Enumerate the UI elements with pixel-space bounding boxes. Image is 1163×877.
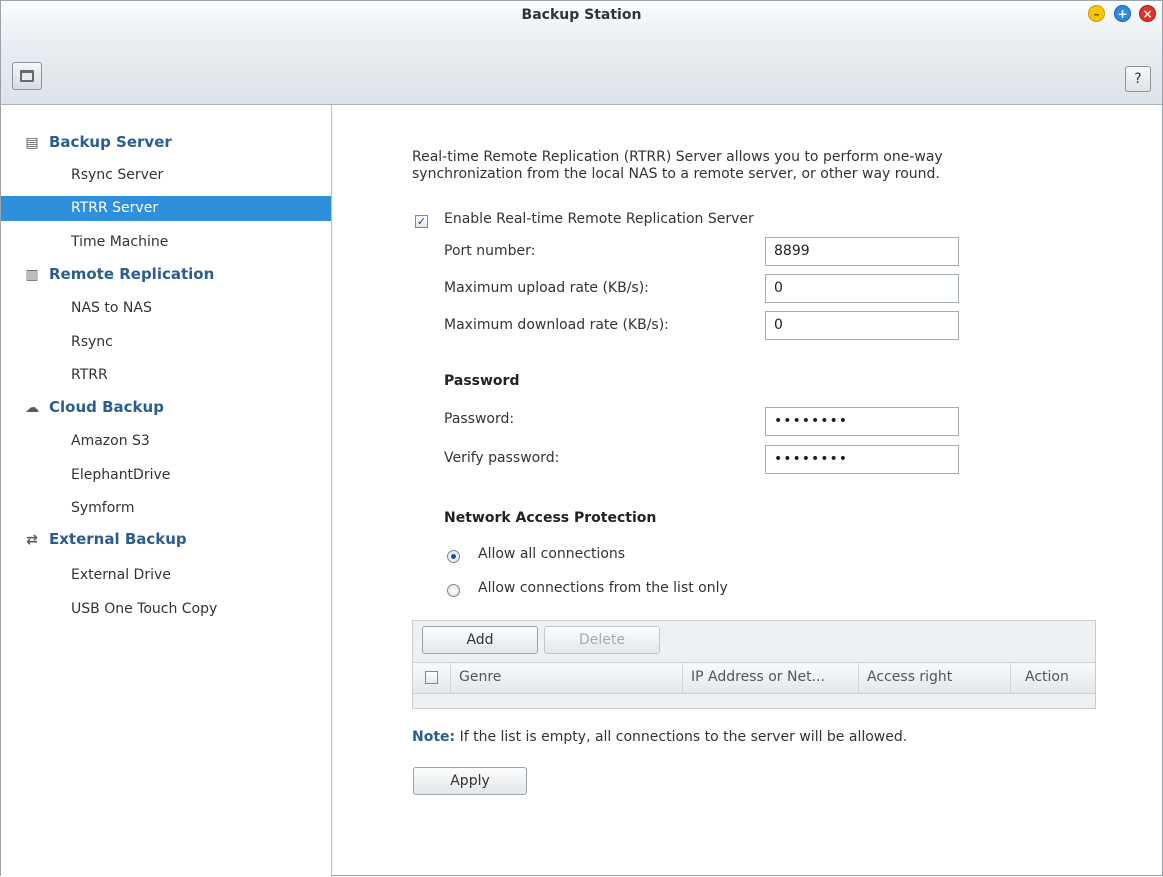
sidebar-item-rsync[interactable]: Rsync bbox=[1, 330, 331, 355]
select-all-checkbox[interactable] bbox=[425, 671, 438, 684]
sidebar-item-amazon-s3[interactable]: Amazon S3 bbox=[1, 429, 331, 454]
sidebar-item-symform[interactable]: Symform bbox=[1, 496, 331, 521]
panel-icon bbox=[20, 70, 34, 82]
port-number-input[interactable]: 8899 bbox=[765, 237, 959, 266]
sidebar-item-elephantdrive[interactable]: ElephantDrive bbox=[1, 463, 331, 488]
download-rate-label: Maximum download rate (KB/s): bbox=[444, 317, 669, 333]
sidebar-item-usb-one-touch-copy[interactable]: USB One Touch Copy bbox=[1, 597, 331, 622]
sidebar-item-rsync-server[interactable]: Rsync Server bbox=[1, 163, 331, 188]
note-text: Note: If the list is empty, all connecti… bbox=[412, 729, 907, 745]
sidebar-item-external-drive[interactable]: External Drive bbox=[1, 563, 331, 588]
enable-rtrr-label: Enable Real-time Remote Replication Serv… bbox=[444, 211, 754, 227]
access-list-grid: Add Delete Genre IP Address or Net... Ac… bbox=[412, 620, 1096, 709]
password-input[interactable]: •••••••• bbox=[765, 407, 959, 436]
note-body: If the list is empty, all connections to… bbox=[455, 729, 908, 745]
main-content: Real-time Remote Replication (RTRR) Serv… bbox=[333, 105, 1162, 877]
allow-list-label: Allow connections from the list only bbox=[478, 580, 728, 596]
enable-rtrr-checkbox[interactable]: ✓ bbox=[415, 215, 428, 228]
verify-password-label: Verify password: bbox=[444, 450, 560, 466]
replication-icon: ▥ bbox=[25, 267, 39, 283]
sidebar-group-backup-server[interactable]: ▤ Backup Server bbox=[23, 133, 171, 151]
add-button[interactable]: Add bbox=[422, 626, 538, 654]
action-column-header[interactable]: Action bbox=[1011, 663, 1095, 693]
genre-column-header[interactable]: Genre bbox=[451, 663, 683, 693]
sidebar-item-rtrr-server[interactable]: RTRR Server bbox=[1, 196, 331, 221]
ip-address-column-header[interactable]: IP Address or Net... bbox=[683, 663, 859, 693]
help-button[interactable]: ? bbox=[1125, 66, 1151, 92]
apply-button[interactable]: Apply bbox=[413, 767, 527, 795]
verify-password-input[interactable]: •••••••• bbox=[765, 445, 959, 474]
select-all-column bbox=[413, 663, 451, 693]
allow-all-radio[interactable] bbox=[447, 550, 460, 563]
grid-header: Genre IP Address or Net... Access right … bbox=[413, 662, 1095, 694]
access-right-column-header[interactable]: Access right bbox=[859, 663, 1011, 693]
allow-all-label: Allow all connections bbox=[478, 546, 626, 562]
upload-rate-label: Maximum upload rate (KB/s): bbox=[444, 280, 649, 296]
upload-rate-input[interactable]: 0 bbox=[765, 274, 959, 303]
port-number-label: Port number: bbox=[444, 243, 536, 259]
backup-station-window: Backup Station – + × ? ▤ Backup Server Rs… bbox=[0, 0, 1163, 877]
note-prefix: Note: bbox=[412, 729, 456, 745]
window-title: Backup Station bbox=[521, 7, 642, 23]
download-rate-input[interactable]: 0 bbox=[765, 311, 959, 340]
cloud-icon: ☁ bbox=[25, 400, 39, 416]
close-icon[interactable]: × bbox=[1139, 5, 1156, 22]
sidebar-group-cloud-backup[interactable]: ☁ Cloud Backup bbox=[23, 398, 164, 416]
server-icon: ▤ bbox=[25, 135, 39, 151]
title-bar: Backup Station – + × ? bbox=[1, 1, 1162, 105]
delete-button[interactable]: Delete bbox=[544, 626, 660, 654]
sidebar-group-remote-replication[interactable]: ▥ Remote Replication bbox=[23, 265, 214, 283]
sidebar-item-rtrr[interactable]: RTRR bbox=[1, 363, 331, 388]
network-access-protection-title: Network Access Protection bbox=[444, 510, 657, 526]
password-section-title: Password bbox=[444, 373, 520, 389]
sidebar-item-time-machine[interactable]: Time Machine bbox=[1, 230, 331, 255]
sidebar-item-nas-to-nas[interactable]: NAS to NAS bbox=[1, 296, 331, 321]
description-line-2: synchronization from the local NAS to a … bbox=[412, 166, 940, 182]
description: Real-time Remote Replication (RTRR) Serv… bbox=[412, 149, 1112, 183]
password-label: Password: bbox=[444, 411, 515, 427]
sidebar-group-external-backup[interactable]: ⇄ External Backup bbox=[23, 530, 187, 548]
sidebar: ▤ Backup Server Rsync Server RTRR Server … bbox=[1, 105, 332, 877]
panel-toggle-button[interactable] bbox=[12, 62, 42, 90]
maximize-icon[interactable]: + bbox=[1114, 5, 1131, 22]
allow-list-radio[interactable] bbox=[447, 584, 460, 597]
sync-arrows-icon: ⇄ bbox=[26, 532, 38, 548]
description-line-1: Real-time Remote Replication (RTRR) Serv… bbox=[412, 149, 943, 165]
minimize-icon[interactable]: – bbox=[1088, 5, 1105, 22]
